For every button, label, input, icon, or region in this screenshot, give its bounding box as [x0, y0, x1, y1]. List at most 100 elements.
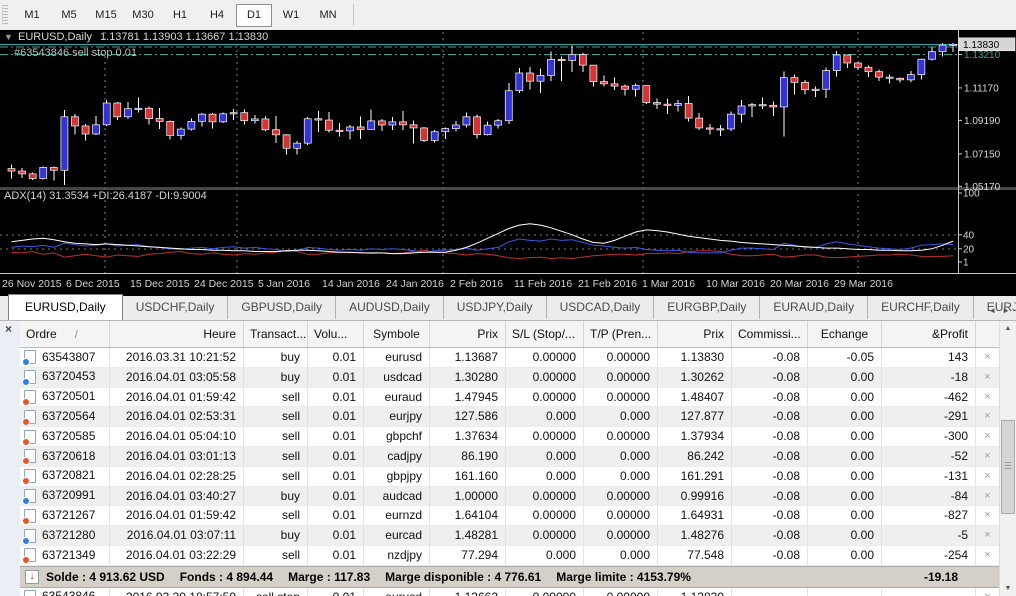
- order-row[interactable]: 637205642016.04.01 02:53:31sell0.01eurjp…: [20, 407, 1000, 427]
- tab-eurauddaily[interactable]: EURAUD,Daily: [760, 296, 868, 319]
- column-header-slstop[interactable]: S/L (Stop/...: [506, 321, 584, 347]
- cell-time: 2016.04.01 03:07:11: [110, 526, 244, 546]
- column-header-volu[interactable]: Volu...: [308, 321, 364, 347]
- close-order-icon[interactable]: ×: [984, 450, 990, 462]
- cell-type-value: buy: [281, 528, 300, 542]
- cell-sl-value: 0.00000: [533, 489, 576, 503]
- tab-gbpusddaily[interactable]: GBPUSD,Daily: [228, 296, 336, 319]
- cell-commission: -0.08: [732, 447, 808, 467]
- column-header-ordre[interactable]: Ordre/: [20, 321, 110, 347]
- close-order-icon[interactable]: ×: [984, 351, 990, 363]
- toolbar-grip-handle[interactable]: [2, 5, 8, 25]
- timeframe-button-mn[interactable]: MN: [310, 4, 346, 27]
- close-order-icon[interactable]: ×: [984, 410, 990, 422]
- close-order-icon[interactable]: ×: [984, 591, 990, 596]
- cell-type: buy: [244, 348, 308, 368]
- column-header-label: Commissi...: [738, 327, 801, 341]
- order-row[interactable]: 637204532016.04.01 03:05:58buy0.01usdcad…: [20, 368, 1000, 388]
- chart-collapse-icon[interactable]: ▼: [4, 32, 13, 42]
- close-order-icon[interactable]: ×: [984, 391, 990, 403]
- order-row[interactable]: 637206182016.04.01 03:01:13sell0.01cadjp…: [20, 447, 1000, 467]
- close-order-icon[interactable]: ×: [984, 549, 990, 561]
- order-row[interactable]: 637208212016.04.01 02:28:25sell0.01gbpjp…: [20, 467, 1000, 487]
- column-header-transact[interactable]: Transact...: [244, 321, 308, 347]
- cell-profit: [882, 588, 976, 596]
- order-row[interactable]: 637212802016.04.01 03:07:11buy0.01eurcad…: [20, 526, 1000, 546]
- cell-sl: 0.00000: [506, 427, 584, 447]
- cell-swap-value: 0.00: [851, 528, 874, 542]
- cell-swap-value: 0.00: [851, 469, 874, 483]
- cell-tp: 0.00000: [584, 487, 658, 507]
- price-chart-canvas[interactable]: 1.132101.111701.091901.071501.051701.138…: [0, 30, 1016, 296]
- order-row[interactable]: 637205012016.04.01 01:59:42sell0.01eurau…: [20, 388, 1000, 408]
- column-header-commissi[interactable]: Commissi...: [732, 321, 808, 347]
- cell-profit: -462: [882, 388, 976, 408]
- cell-profit-value: -131: [944, 469, 968, 483]
- order-row[interactable]: 637212672016.04.01 01:59:42sell0.01eurnz…: [20, 506, 1000, 526]
- cell-tp-value: 0.000: [620, 409, 650, 423]
- tab-usdjpydaily[interactable]: USDJPY,Daily: [444, 296, 547, 319]
- order-row[interactable]: 637205852016.04.01 05:04:10sell0.01gbpch…: [20, 427, 1000, 447]
- table-scrollbar[interactable]: ▲ ▼: [999, 321, 1016, 596]
- tab-audusddaily[interactable]: AUDUSD,Daily: [336, 296, 444, 319]
- cell-tp: 0.000: [584, 546, 658, 566]
- cell-type-value: sell: [282, 390, 300, 404]
- timeframe-button-w1[interactable]: W1: [273, 4, 309, 27]
- cell-sl-value: 0.000: [546, 469, 576, 483]
- order-row[interactable]: 637209912016.04.01 03:40:27buy0.01audcad…: [20, 487, 1000, 507]
- tab-scroll-left-icon[interactable]: ◄: [985, 306, 999, 315]
- chart-panel[interactable]: 1.132101.111701.091901.071501.051701.138…: [0, 30, 1016, 296]
- close-order-icon[interactable]: ×: [984, 509, 990, 521]
- account-status-bar: ↓ Solde : 4 913.62 USDFonds : 4 894.44Ma…: [20, 566, 1000, 588]
- tab-scroll-right-icon[interactable]: ►: [999, 306, 1013, 315]
- close-order-icon[interactable]: ×: [984, 371, 990, 383]
- column-header-profit[interactable]: &Profit: [882, 321, 976, 347]
- cell-price-value: 1.48281: [455, 528, 498, 542]
- close-order-icon[interactable]: ×: [984, 529, 990, 541]
- status-segment: Marge limite : 4153.79%: [556, 570, 691, 584]
- timeframe-button-m15[interactable]: M15: [88, 4, 124, 27]
- tab-usdchfdaily[interactable]: USDCHF,Daily: [123, 296, 229, 319]
- cell-price: 86.190: [430, 447, 506, 467]
- column-header-tppren[interactable]: T/P (Pren...: [584, 321, 658, 347]
- total-profit-value: -19.18: [924, 570, 958, 584]
- order-row[interactable]: 635438462016.03.30 18:57:59sell stop0.01…: [20, 588, 1000, 596]
- svg-text:21 Feb 2016: 21 Feb 2016: [578, 278, 637, 290]
- timeframe-button-m5[interactable]: M5: [51, 4, 87, 27]
- close-order-icon[interactable]: ×: [984, 470, 990, 482]
- scrollbar-up-icon[interactable]: ▲: [1000, 321, 1016, 336]
- column-header-echange[interactable]: Echange: [808, 321, 882, 347]
- chart-axes: 1.132101.111701.091901.071501.051701.138…: [0, 30, 1016, 290]
- column-header-prix[interactable]: Prix: [658, 321, 732, 347]
- cell-time: 2016.03.30 18:57:59: [110, 588, 244, 596]
- close-terminal-icon[interactable]: ×: [5, 324, 12, 334]
- timeframe-button-m30[interactable]: M30: [125, 4, 161, 27]
- tab-eurusddaily[interactable]: EURUSD,Daily: [8, 294, 123, 320]
- column-header-symbole[interactable]: Symbole: [364, 321, 430, 347]
- cell-tp: 0.00000: [584, 526, 658, 546]
- tab-eurchfdaily[interactable]: EURCHF,Daily: [868, 296, 974, 319]
- timeframe-button-d1[interactable]: D1: [236, 4, 272, 27]
- column-header-heure[interactable]: Heure: [110, 321, 244, 347]
- cell-profit-value: -52: [951, 449, 968, 463]
- close-order-icon[interactable]: ×: [984, 430, 990, 442]
- cell-commission-value: -0.08: [773, 489, 800, 503]
- tab-eurgbpdaily[interactable]: EURGBP,Daily: [654, 296, 760, 319]
- cell-time-value: 2016.04.01 05:04:10: [126, 429, 236, 443]
- scrollbar-down-icon[interactable]: ▼: [1000, 581, 1016, 596]
- order-row[interactable]: 637213492016.04.01 03:22:29sell0.01nzdjp…: [20, 546, 1000, 566]
- timeframe-button-h4[interactable]: H4: [199, 4, 235, 27]
- close-order-icon[interactable]: ×: [984, 490, 990, 502]
- scrollbar-thumb[interactable]: [1001, 420, 1015, 514]
- status-segment: Fonds : 4 894.44: [180, 570, 273, 584]
- timeframe-button-h1[interactable]: H1: [162, 4, 198, 27]
- account-status-text: Solde : 4 913.62 USDFonds : 4 894.44Marg…: [46, 570, 691, 584]
- cell-sl-value: 0.00000: [533, 508, 576, 522]
- cell-type: buy: [244, 487, 308, 507]
- order-row[interactable]: 635438072016.03.31 10:21:52buy0.01eurusd…: [20, 348, 1000, 368]
- cell-profit-value: -84: [951, 489, 968, 503]
- timeframe-button-m1[interactable]: M1: [14, 4, 50, 27]
- tab-usdcaddaily[interactable]: USDCAD,Daily: [547, 296, 655, 319]
- cell-swap: 0.00: [808, 447, 882, 467]
- column-header-prix[interactable]: Prix: [430, 321, 506, 347]
